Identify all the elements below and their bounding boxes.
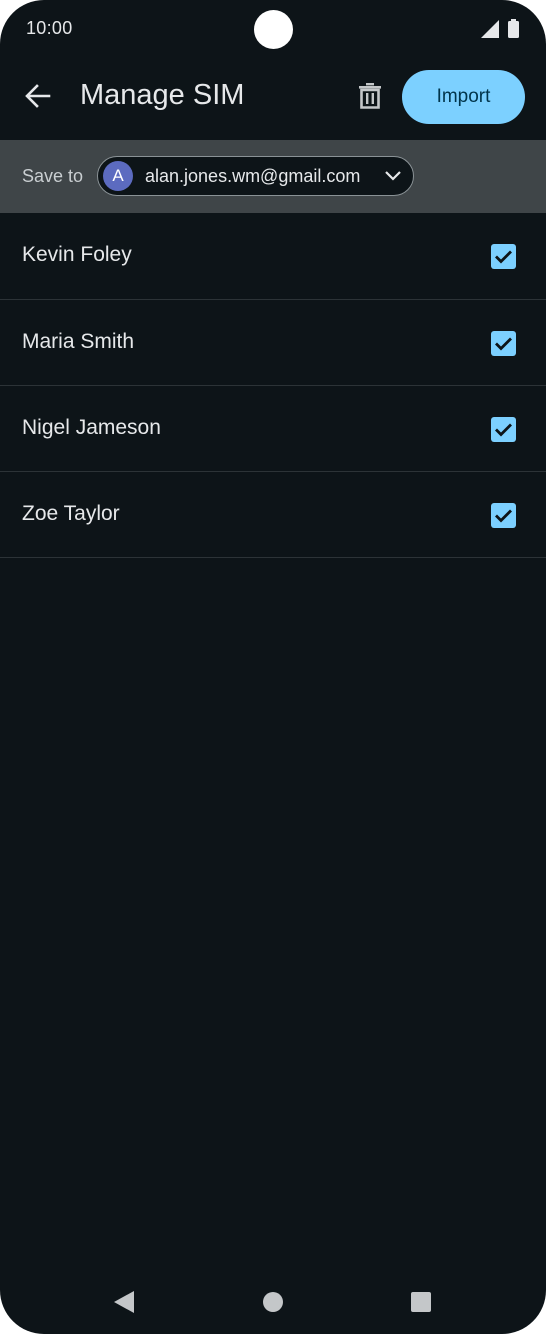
- import-button[interactable]: Import: [402, 70, 525, 124]
- save-to-label: Save to: [22, 166, 84, 186]
- back-button[interactable]: [20, 78, 56, 114]
- camera-cutout: [254, 10, 293, 49]
- phone-screen: 10:00 Manage SIM Import Save to A alan.j…: [0, 0, 546, 1334]
- check-icon: [495, 250, 512, 264]
- contact-row[interactable]: Nigel Jameson: [0, 386, 546, 472]
- triangle-back-icon[interactable]: [114, 1291, 134, 1313]
- check-icon: [495, 337, 512, 351]
- signal-icon: [481, 20, 499, 38]
- check-icon: [495, 423, 512, 437]
- app-bar: Manage SIM Import: [0, 58, 546, 140]
- status-bar: 10:00: [0, 0, 546, 58]
- contact-list: Kevin Foley Maria Smith Nigel Jameson Zo…: [0, 213, 546, 558]
- navigation-bar: [0, 1270, 546, 1334]
- delete-button[interactable]: [352, 78, 388, 114]
- account-selector[interactable]: A alan.jones.wm@gmail.com: [97, 156, 414, 196]
- battery-icon: [508, 19, 519, 38]
- page-title: Manage SIM: [80, 79, 245, 111]
- contact-checkbox[interactable]: [491, 331, 516, 356]
- account-email: alan.jones.wm@gmail.com: [145, 166, 361, 186]
- contact-checkbox[interactable]: [491, 503, 516, 528]
- circle-home-icon[interactable]: [263, 1292, 283, 1312]
- contact-row[interactable]: Zoe Taylor: [0, 472, 546, 558]
- check-icon: [495, 509, 512, 523]
- contact-name: Nigel Jameson: [22, 416, 161, 439]
- contact-checkbox[interactable]: [491, 244, 516, 269]
- contact-name: Zoe Taylor: [22, 502, 120, 525]
- square-recents-icon[interactable]: [411, 1292, 431, 1312]
- contact-row[interactable]: Kevin Foley: [0, 213, 546, 300]
- arrow-left-icon: [25, 84, 51, 108]
- chevron-down-icon: [385, 171, 401, 181]
- save-to-bar: Save to A alan.jones.wm@gmail.com: [0, 140, 546, 213]
- status-time: 10:00: [26, 18, 73, 38]
- contact-name: Kevin Foley: [22, 243, 132, 266]
- avatar: A: [103, 161, 133, 191]
- trash-icon: [359, 83, 381, 109]
- contact-checkbox[interactable]: [491, 417, 516, 442]
- contact-name: Maria Smith: [22, 330, 135, 353]
- contact-row[interactable]: Maria Smith: [0, 300, 546, 386]
